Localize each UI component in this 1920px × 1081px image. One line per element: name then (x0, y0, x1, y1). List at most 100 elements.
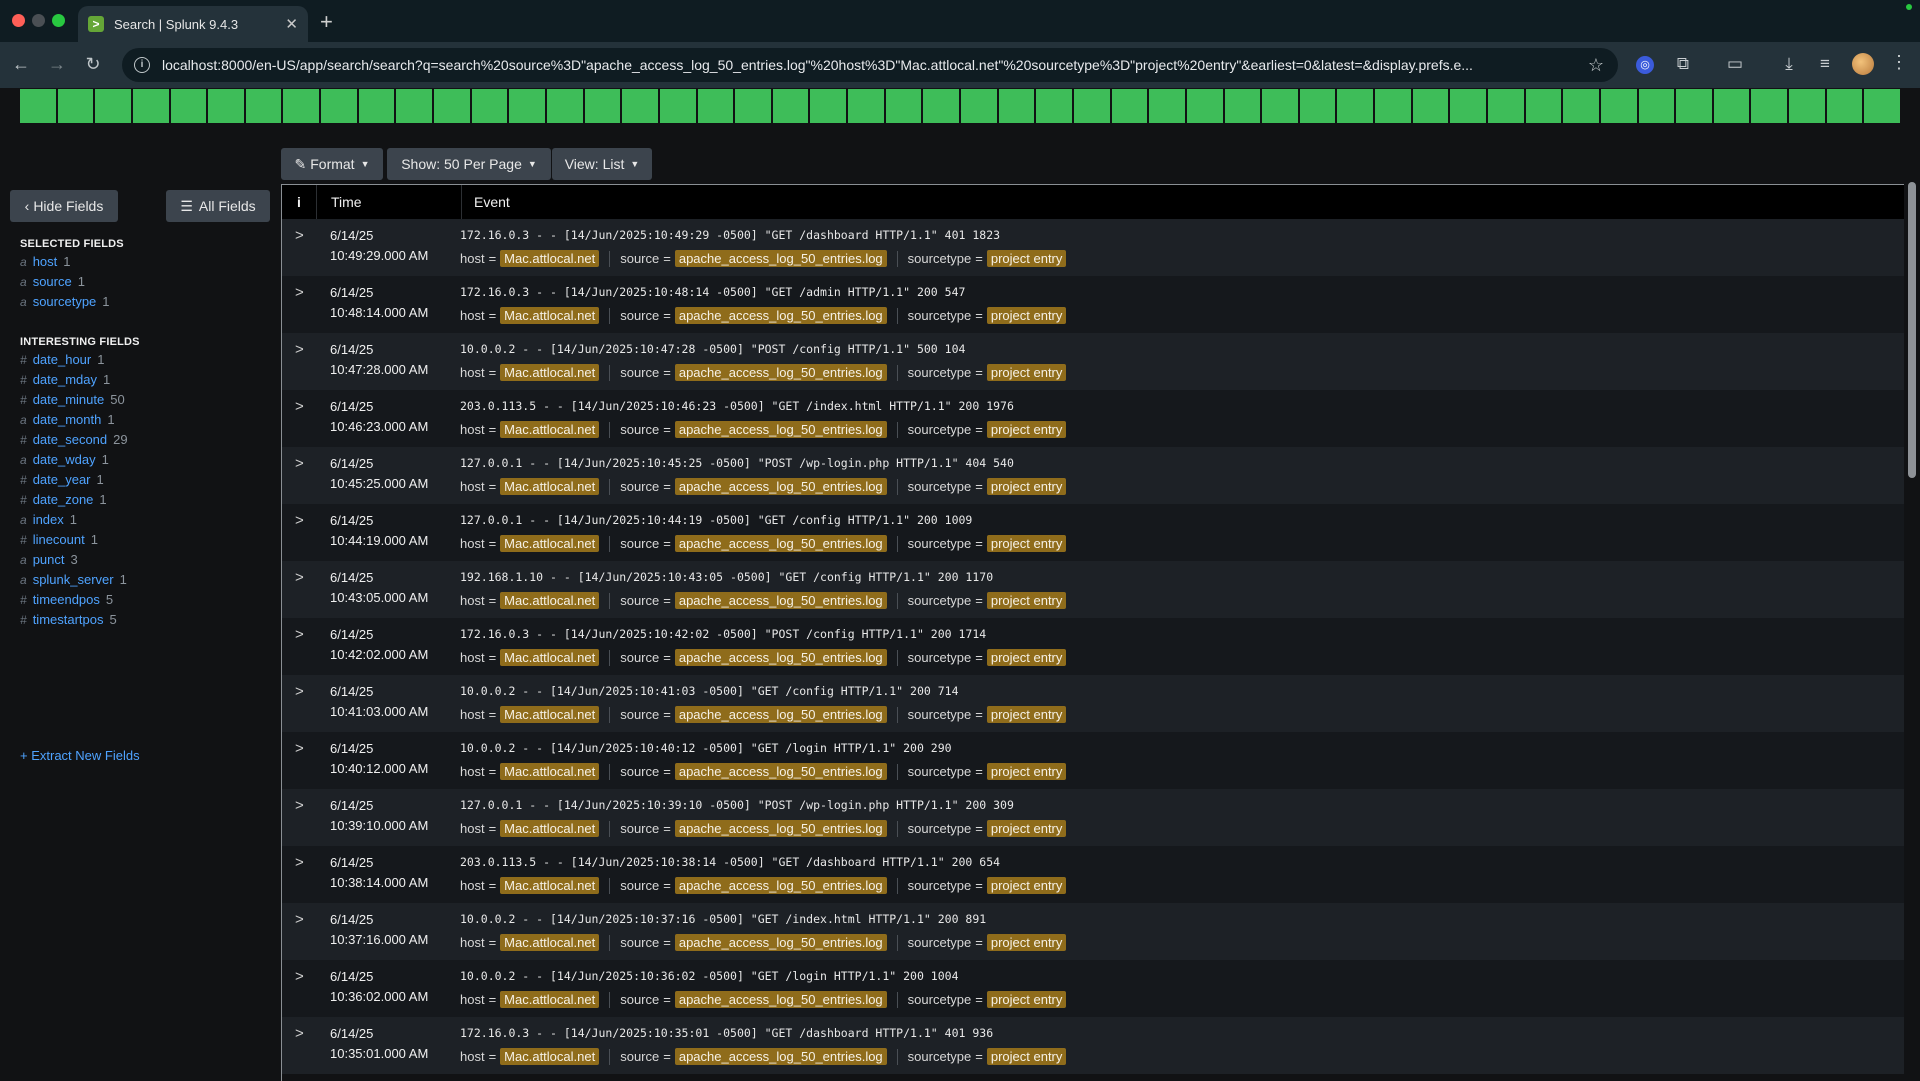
host-value[interactable]: Mac.attlocal.net (500, 877, 600, 894)
host-value[interactable]: Mac.attlocal.net (500, 706, 600, 723)
sourcetype-value[interactable]: project entry (986, 1048, 1067, 1065)
timeline-bar[interactable] (170, 89, 207, 123)
event-row[interactable]: >6/14/25 10:36:02.000 AM 10.0.0.2 - - [14/… (282, 960, 1905, 1017)
field-item[interactable]: a index 1 (20, 512, 77, 527)
timeline-bar[interactable] (1826, 89, 1863, 123)
field-item[interactable]: # linecount 1 (20, 532, 98, 547)
timeline-bar[interactable] (471, 89, 508, 123)
chevron-right-icon[interactable]: > (295, 512, 304, 529)
field-item[interactable]: a host 1 (20, 254, 71, 269)
event-row[interactable]: >6/14/25 10:49:29.000 AM 172.16.0.3 - - [1… (282, 219, 1905, 276)
sourcetype-value[interactable]: project entry (986, 535, 1067, 552)
host-value[interactable]: Mac.attlocal.net (500, 592, 600, 609)
sourcetype-value[interactable]: project entry (986, 649, 1067, 666)
event-row[interactable]: >6/14/25 10:42:02.000 AM 172.16.0.3 - - [1… (282, 618, 1905, 675)
host-value[interactable]: Mac.attlocal.net (500, 307, 600, 324)
field-name[interactable]: host (33, 254, 58, 269)
host-value[interactable]: Mac.attlocal.net (500, 250, 600, 267)
source-value[interactable]: apache_access_log_50_entries.log (674, 535, 887, 552)
timeline-bar[interactable] (1789, 89, 1825, 123)
field-item[interactable]: # timeendpos 5 (20, 592, 113, 607)
show-per-page-button[interactable]: Show: 50 Per Page ▼ (387, 148, 551, 180)
source-value[interactable]: apache_access_log_50_entries.log (674, 592, 887, 609)
format-button[interactable]: ✎ Format ▼ (281, 148, 383, 180)
extensions-puzzle-icon[interactable]: ⧉ (1672, 54, 1694, 74)
timeline-bar[interactable] (1186, 89, 1223, 123)
chevron-right-icon[interactable]: > (295, 797, 304, 814)
event-timeline[interactable] (20, 89, 1901, 123)
field-name[interactable]: punct (33, 552, 65, 567)
source-value[interactable]: apache_access_log_50_entries.log (674, 250, 887, 267)
field-item[interactable]: # date_zone 1 (20, 492, 107, 507)
timeline-bar[interactable] (622, 89, 658, 123)
timeline-bar[interactable] (697, 89, 734, 123)
sourcetype-value[interactable]: project entry (986, 478, 1067, 495)
source-value[interactable]: apache_access_log_50_entries.log (674, 478, 887, 495)
field-item[interactable]: # date_mday 1 (20, 372, 110, 387)
timeline-bar[interactable] (961, 89, 997, 123)
source-value[interactable]: apache_access_log_50_entries.log (674, 1048, 887, 1065)
timeline-bar[interactable] (998, 89, 1035, 123)
maximize-window-button[interactable] (52, 14, 65, 27)
timeline-bar[interactable] (848, 89, 884, 123)
hide-fields-button[interactable]: ‹ Hide Fields (10, 190, 118, 222)
field-name[interactable]: timeendpos (33, 592, 100, 607)
minimize-window-button[interactable] (32, 14, 45, 27)
host-value[interactable]: Mac.attlocal.net (500, 1048, 600, 1065)
host-value[interactable]: Mac.attlocal.net (500, 763, 600, 780)
timeline-bar[interactable] (1149, 89, 1185, 123)
event-row[interactable]: >6/14/25 10:40:12.000 AM 10.0.0.2 - - [14/… (282, 732, 1905, 789)
host-value[interactable]: Mac.attlocal.net (500, 478, 600, 495)
chevron-right-icon[interactable]: > (295, 854, 304, 871)
event-row[interactable]: >6/14/25 10:38:14.000 AM 203.0.113.5 - - [… (282, 846, 1905, 903)
event-row[interactable]: >6/14/25 10:47:28.000 AM 10.0.0.2 - - [14/… (282, 333, 1905, 390)
event-row[interactable]: >6/14/25 10:37:16.000 AM 10.0.0.2 - - [14/… (282, 903, 1905, 960)
timeline-bar[interactable] (1864, 89, 1901, 123)
source-value[interactable]: apache_access_log_50_entries.log (674, 421, 887, 438)
back-arrow-icon[interactable]: ← (10, 54, 32, 75)
field-name[interactable]: date_month (33, 412, 102, 427)
event-row[interactable]: >6/14/25 10:48:14.000 AM 172.16.0.3 - - [1… (282, 276, 1905, 333)
sourcetype-value[interactable]: project entry (986, 592, 1067, 609)
host-value[interactable]: Mac.attlocal.net (500, 421, 600, 438)
field-item[interactable]: # timestartpos 5 (20, 612, 117, 627)
cast-icon[interactable]: ▭ (1724, 54, 1746, 74)
timeline-bar[interactable] (208, 89, 244, 123)
chevron-right-icon[interactable]: > (295, 455, 304, 472)
address-url[interactable]: localhost:8000/en-US/app/search/search?q… (162, 57, 1588, 73)
timeline-bar[interactable] (1600, 89, 1637, 123)
timeline-bar[interactable] (772, 89, 809, 123)
event-row[interactable]: >6/14/25 10:46:23.000 AM 203.0.113.5 - - [… (282, 390, 1905, 447)
field-item[interactable]: # date_year 1 (20, 472, 104, 487)
timeline-bar[interactable] (923, 89, 960, 123)
sourcetype-value[interactable]: project entry (986, 250, 1067, 267)
timeline-bar[interactable] (1299, 89, 1336, 123)
event-row[interactable]: >6/14/25 10:39:10.000 AM 127.0.0.1 - - [14… (282, 789, 1905, 846)
timeline-bar[interactable] (1563, 89, 1599, 123)
timeline-bar[interactable] (1224, 89, 1261, 123)
sourcetype-value[interactable]: project entry (986, 421, 1067, 438)
timeline-bar[interactable] (132, 89, 169, 123)
extension-blue-icon[interactable]: ◎ (1636, 56, 1654, 74)
close-window-button[interactable] (12, 14, 25, 27)
source-value[interactable]: apache_access_log_50_entries.log (674, 307, 887, 324)
field-item[interactable]: a punct 3 (20, 552, 78, 567)
new-tab-icon[interactable]: + (320, 9, 333, 35)
timeline-bar[interactable] (1751, 89, 1788, 123)
field-item[interactable]: a source 1 (20, 274, 85, 289)
event-row[interactable]: >6/14/25 10:44:19.000 AM 127.0.0.1 - - [14… (282, 504, 1905, 561)
event-row[interactable]: >6/14/25 10:43:05.000 AM 192.168.1.10 - - … (282, 561, 1905, 618)
site-info-icon[interactable]: i (134, 57, 150, 73)
reload-icon[interactable]: ↻ (82, 54, 104, 75)
field-name[interactable]: date_year (33, 472, 91, 487)
chevron-right-icon[interactable]: > (295, 683, 304, 700)
timeline-bar[interactable] (434, 89, 470, 123)
source-value[interactable]: apache_access_log_50_entries.log (674, 364, 887, 381)
timeline-bar[interactable] (584, 89, 621, 123)
chevron-right-icon[interactable]: > (295, 968, 304, 985)
browser-menu-icon[interactable]: ⋮ (1890, 52, 1908, 73)
timeline-bar[interactable] (245, 89, 282, 123)
field-name[interactable]: index (33, 512, 64, 527)
timeline-bar[interactable] (1412, 89, 1449, 123)
timeline-bar[interactable] (1487, 89, 1524, 123)
